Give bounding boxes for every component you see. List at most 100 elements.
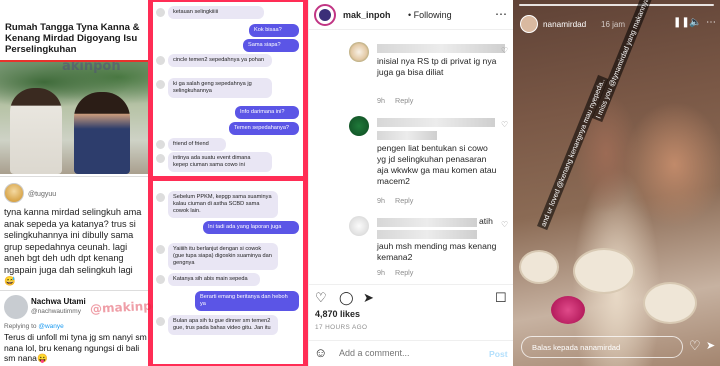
reply-link[interactable]: Reply [395, 196, 413, 205]
chat-bubble: cincle temen2 sepedahnya ya pohan [168, 54, 272, 67]
comment-time: 9h [377, 196, 385, 205]
chat-bubble: friend of friend [168, 138, 226, 151]
share-icon[interactable]: ➤ [363, 290, 374, 306]
avatar[interactable] [349, 116, 369, 136]
comment-item: atih jauh msh mending mas kenang kemana2… [309, 210, 514, 280]
avatar[interactable] [520, 15, 538, 33]
avatar[interactable] [349, 42, 369, 62]
chat-bubble: Yaiiiih itu berlanjut dengan si cowok (g… [168, 243, 278, 270]
emoji-icon[interactable]: ☺ [314, 345, 327, 360]
reply-handle[interactable]: @wanye [38, 323, 63, 330]
photo-watermark: akinpoh [62, 62, 121, 74]
blurred-username [377, 44, 505, 53]
blurred-username [377, 131, 437, 140]
mute-icon[interactable]: 🔈 [689, 17, 701, 28]
more-icon[interactable]: ⋯ [706, 17, 716, 28]
avatar [4, 183, 24, 203]
avatar[interactable] [349, 216, 369, 236]
food-plate [643, 282, 697, 324]
headline: Rumah Tangga Tyna Kanna & Kenang Mirdad … [0, 0, 148, 62]
tweet-text: Terus di unfoll mi tyna jg sm nanyi sm n… [4, 332, 147, 363]
headline-text: Rumah Tangga Tyna Kanna & Kenang Mirdad … [5, 22, 140, 55]
avatar [156, 275, 165, 284]
comment-time: 9h [377, 96, 385, 105]
tweet-text: tyna kanna mirdad selingkuh ama anak sep… [4, 207, 142, 286]
chat-bubble: Sebelum PPKM, kepgp sama suaminya kalau … [168, 191, 278, 218]
instagram-story: nanamirdad 16 jam ❚❚ 🔈 ⋯ I miss you @tyn… [513, 0, 720, 366]
heart-icon[interactable]: ♡ [315, 290, 327, 306]
photo-woman [74, 92, 130, 174]
chat-bubble: Sama siapa? [243, 39, 299, 52]
blurred-username [377, 230, 477, 239]
story-reply-input[interactable]: Balas kepada nanamirdad [521, 336, 683, 358]
chat-bubble: Temen sepedahanya? [229, 122, 299, 135]
comment-item: pengen liat bentukan si cowo yg jd selin… [309, 112, 514, 208]
reply-link[interactable]: Reply [395, 268, 413, 277]
add-comment-bar: ☺ Post [309, 340, 514, 366]
comment-icon[interactable]: ◯ [339, 290, 354, 306]
chat-bubble: Kok bisaa? [249, 24, 299, 37]
news-collage: ☰ Rumah Tangga Tyna Kanna & Kenang Mirda… [0, 0, 308, 366]
comment-time: 9h [377, 268, 385, 277]
story-time: 16 jam [601, 20, 626, 29]
couple-photo: akinpoh [0, 62, 148, 174]
avatar [156, 193, 165, 202]
bookmark-icon[interactable]: ☐ [495, 290, 507, 306]
avatar [156, 80, 165, 89]
post-button[interactable]: Post [489, 349, 508, 359]
comment-text: inisial nya RS tp di privat ig nya juga … [377, 56, 497, 77]
comment-meta: 9h Reply [377, 96, 413, 105]
avatar[interactable] [314, 4, 336, 26]
story-username[interactable]: nanamirdad [543, 20, 586, 29]
chat-bubble: intinya ada suatu event dimana kepep ciu… [168, 152, 272, 172]
food-plate [573, 248, 635, 294]
reply-link[interactable]: Reply [395, 96, 413, 105]
avatar [156, 140, 165, 149]
chat-bubble: Berarti emang beritanya dan heboh ya [195, 291, 299, 311]
avatar [156, 317, 165, 326]
post-header: mak_inpoh • Following ⋯ [309, 0, 514, 30]
avatar [156, 56, 165, 65]
chat-bubble: Katanya sih abis main sepeda [168, 273, 260, 286]
chat-screenshot-1: ketauan selingkiiiii Kok bisaa? Sama siapa… [153, 2, 303, 176]
post-username[interactable]: mak_inpoh [343, 10, 391, 20]
chat-bubble: ketauan selingkiiiii [168, 6, 264, 19]
chat-bubble: Bulan apa sih tu gue dinner sm temen2 gu… [168, 315, 278, 335]
avatar [156, 8, 165, 17]
chat-screenshot-2: Sebelum PPKM, kepgp sama suaminya kalau … [153, 181, 303, 364]
collage-left-column: ☰ Rumah Tangga Tyna Kanna & Kenang Mirda… [0, 0, 169, 366]
posted-time: 17 HOURS AGO [315, 324, 368, 331]
heart-icon[interactable]: ♡ [501, 220, 508, 229]
more-dots-icon[interactable]: ⋯ [495, 7, 508, 21]
story-progress-bar [519, 4, 714, 6]
following-status[interactable]: • Following [408, 10, 452, 20]
blurred-username [377, 218, 477, 227]
post-actions: ♡ ◯ ➤ ☐ [309, 284, 514, 306]
screenshot-frame: ☰ Rumah Tangga Tyna Kanna & Kenang Mirda… [0, 0, 720, 366]
comment-item: inisial nya RS tp di privat ig nya juga … [309, 38, 514, 108]
photo-man [10, 88, 62, 174]
instagram-post-panel: mak_inpoh • Following ⋯ inisial nya RS t… [308, 0, 514, 366]
tweet-handle: @nachwautimmy [31, 308, 81, 315]
avatar [156, 245, 165, 254]
avatar [156, 154, 165, 163]
comment-text: pengen liat bentukan si cowo yg jd selin… [377, 143, 497, 186]
comment-text: jauh msh mending mas kenang kemana2 [377, 241, 497, 262]
comment-meta: 9h Reply [377, 268, 413, 277]
food-plate [519, 250, 559, 284]
tweet-card-1: @tugyuu tyna kanna mirdad selingkuh ama … [0, 176, 148, 288]
heart-icon[interactable]: ♡ [689, 338, 701, 354]
chat-bubble: ki ga salah geng sepedahnya jg selingkuh… [168, 78, 272, 98]
heart-icon[interactable]: ♡ [501, 46, 508, 55]
comment-input[interactable] [339, 348, 479, 358]
heart-icon[interactable]: ♡ [501, 120, 508, 129]
tweet-handle: @tugyuu [28, 191, 57, 198]
pause-icon[interactable]: ❚❚ [673, 17, 690, 28]
chat-bubble: Ini tadi ada yang laporan juga [203, 221, 299, 234]
send-icon[interactable]: ➤ [706, 339, 715, 352]
avatar [4, 295, 28, 319]
reply-context: Replying to @wanye [4, 323, 64, 330]
likes-count[interactable]: 4,870 likes [315, 309, 360, 319]
tweet-author-name: Nachwa Utami [31, 297, 86, 306]
reply-prefix: Replying to [4, 323, 37, 330]
